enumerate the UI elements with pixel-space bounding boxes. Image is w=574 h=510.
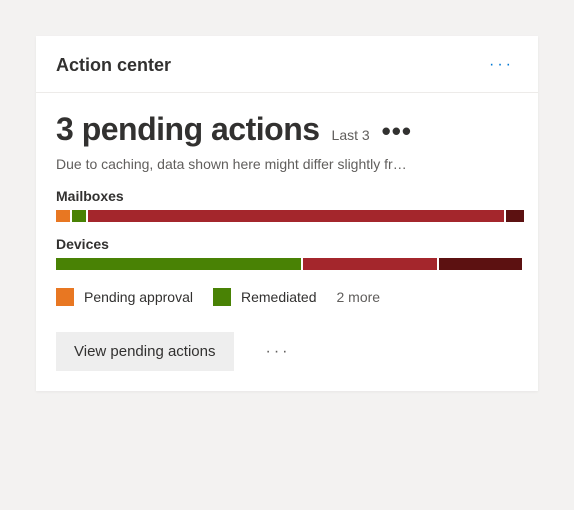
heading-row: 3 pending actions Last 3 ••• <box>56 111 518 148</box>
legend-more[interactable]: 2 more <box>336 289 380 305</box>
seg-other <box>506 210 524 222</box>
timeframe-label: Last 3 <box>332 127 370 143</box>
ellipsis-icon: ••• <box>382 124 412 138</box>
actions-row: View pending actions ··· <box>56 332 518 371</box>
stacked-bar-devices <box>56 258 518 270</box>
legend: Pending approval Remediated 2 more <box>56 288 518 306</box>
card-more-icon[interactable]: ··· <box>485 52 518 78</box>
chart-devices: Devices <box>56 236 518 270</box>
chart-label-mailboxes: Mailboxes <box>56 188 518 204</box>
seg-failed <box>303 258 437 270</box>
seg-remediated <box>72 210 86 222</box>
seg-failed <box>88 210 504 222</box>
card-body: 3 pending actions Last 3 ••• Due to cach… <box>36 93 538 391</box>
legend-label-pending: Pending approval <box>84 289 193 305</box>
caching-description: Due to caching, data shown here might di… <box>56 156 518 172</box>
action-center-card: Action center ··· 3 pending actions Last… <box>36 36 538 391</box>
seg-other <box>439 258 522 270</box>
chart-mailboxes: Mailboxes <box>56 188 518 222</box>
legend-swatch-pending <box>56 288 74 306</box>
card-header: Action center ··· <box>36 36 538 93</box>
card-title: Action center <box>56 55 171 76</box>
legend-label-remediated: Remediated <box>241 289 317 305</box>
seg-remediated <box>56 258 301 270</box>
seg-pending-approval <box>56 210 70 222</box>
legend-swatch-remediated <box>213 288 231 306</box>
view-pending-actions-button[interactable]: View pending actions <box>56 332 234 371</box>
chart-label-devices: Devices <box>56 236 518 252</box>
pending-count-heading: 3 pending actions <box>56 111 320 148</box>
stacked-bar-mailboxes <box>56 210 518 222</box>
actions-more-icon[interactable]: ··· <box>262 339 295 365</box>
